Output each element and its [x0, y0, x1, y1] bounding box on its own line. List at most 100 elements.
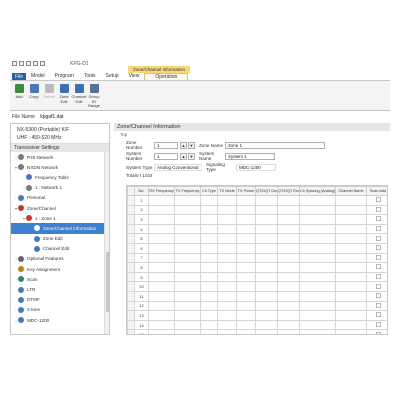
grid-cell[interactable] — [148, 204, 175, 216]
grid-cell[interactable] — [299, 214, 336, 225]
table-row[interactable]: 5 — [127, 233, 387, 244]
grid-cell[interactable] — [299, 252, 336, 264]
grid-cell[interactable] — [200, 214, 218, 225]
grid-cell[interactable] — [366, 262, 387, 273]
grid-cell[interactable] — [236, 252, 256, 264]
grid-cell[interactable] — [366, 329, 387, 334]
grid-cell[interactable] — [148, 223, 175, 235]
tree-item-zone-channel-information[interactable]: Zone/Channel Information — [11, 223, 109, 234]
column-header[interactable]: QT/DQT Enc — [277, 186, 300, 196]
grid-cell[interactable] — [335, 319, 367, 331]
grid-cell[interactable] — [200, 242, 218, 254]
grid-cell[interactable] — [335, 252, 367, 264]
grid-cell[interactable] — [174, 195, 201, 206]
row-selector[interactable] — [127, 214, 135, 225]
grid-cell[interactable] — [299, 195, 336, 206]
grid-cell[interactable] — [277, 300, 300, 312]
scan-add-checkbox[interactable] — [375, 293, 381, 299]
scan-add-checkbox[interactable] — [375, 312, 381, 318]
scan-add-checkbox[interactable] — [375, 264, 381, 270]
table-row[interactable]: 2 — [127, 204, 387, 216]
tree-item-2-tone[interactable]: › 2-tone — [11, 305, 109, 315]
grid-cell[interactable] — [255, 310, 278, 321]
row-selector[interactable] — [127, 223, 135, 235]
grid-cell[interactable] — [255, 233, 278, 244]
grid-cell[interactable] — [200, 300, 218, 312]
grid-cell[interactable] — [200, 281, 218, 292]
grid-cell[interactable] — [366, 223, 387, 235]
row-selector[interactable] — [127, 319, 135, 331]
grid-cell[interactable] — [200, 252, 218, 264]
grid-cell[interactable] — [366, 195, 387, 206]
column-header[interactable]: No. — [134, 186, 149, 196]
grid-cell[interactable] — [255, 242, 278, 254]
grid-cell[interactable] — [299, 310, 336, 321]
grid-cell[interactable] — [236, 271, 256, 283]
column-header[interactable]: TX Power — [236, 186, 256, 196]
table-row[interactable]: 11 — [127, 290, 387, 302]
grid-cell[interactable] — [217, 262, 237, 273]
zone-number-input[interactable]: 1 — [154, 141, 178, 149]
grid-cell[interactable] — [148, 300, 175, 312]
grid-cell[interactable] — [236, 195, 256, 206]
scan-add-checkbox[interactable] — [375, 216, 381, 222]
grid-cell[interactable] — [174, 290, 201, 302]
grid-cell[interactable] — [236, 233, 256, 244]
column-header[interactable]: TX Frequency — [174, 186, 201, 196]
open-icon[interactable] — [19, 61, 24, 66]
tab-operation[interactable]: Operation — [144, 73, 189, 80]
grid-cell[interactable] — [277, 214, 300, 225]
grid-cell[interactable] — [255, 271, 278, 283]
grid-cell[interactable] — [277, 252, 300, 264]
column-header[interactable]: RX Frequency — [148, 186, 175, 196]
row-selector[interactable] — [127, 310, 135, 321]
grid-cell[interactable] — [217, 281, 237, 292]
grid-cell[interactable] — [217, 223, 237, 235]
scrollbar-thumb[interactable] — [106, 252, 109, 312]
table-row[interactable]: 14 — [127, 319, 387, 331]
grid-cell[interactable] — [217, 290, 237, 302]
grid-cell[interactable] — [174, 310, 201, 321]
grid-cell[interactable] — [200, 233, 218, 244]
grid-cell[interactable] — [366, 271, 387, 283]
tree-item-1-zone-1[interactable]: ▾ 1 : Zone 1 — [11, 213, 109, 223]
grid-cell[interactable] — [277, 290, 300, 302]
grid-cell[interactable] — [366, 290, 387, 302]
row-selector[interactable] — [127, 271, 135, 283]
tab-model[interactable]: Model — [26, 73, 50, 80]
grid-cell[interactable] — [174, 252, 201, 264]
grid-cell[interactable] — [200, 329, 218, 334]
table-row[interactable]: 10 — [127, 281, 387, 292]
grid-cell[interactable] — [236, 300, 256, 312]
grid-cell[interactable] — [299, 204, 336, 216]
grid-cell[interactable] — [217, 214, 237, 225]
tab-view[interactable]: View — [124, 73, 145, 80]
grid-cell[interactable] — [255, 329, 278, 334]
grid-cell[interactable] — [217, 252, 237, 264]
grid-cell[interactable] — [174, 233, 201, 244]
table-row[interactable]: 6 — [127, 242, 387, 254]
grid-cell[interactable] — [217, 271, 237, 283]
grid-cell[interactable] — [148, 252, 175, 264]
grid-cell[interactable] — [217, 195, 237, 206]
grid-cell[interactable] — [277, 223, 300, 235]
grid-cell[interactable] — [335, 233, 367, 244]
row-selector[interactable] — [127, 329, 135, 334]
grid-cell[interactable] — [366, 242, 387, 254]
grid-cell[interactable] — [236, 310, 256, 321]
tree-item-channel-edit[interactable]: Channel Edit — [11, 244, 109, 254]
tab-setup[interactable]: Setup — [101, 73, 124, 80]
tree-item-dtmf[interactable]: DTMF — [11, 295, 109, 305]
grid-cell[interactable] — [200, 204, 218, 216]
scan-add-checkbox[interactable] — [375, 274, 381, 280]
scan-add-checkbox[interactable] — [375, 197, 381, 203]
grid-cell[interactable] — [217, 319, 237, 331]
tree-item-ltr[interactable]: LTR — [11, 284, 109, 294]
row-selector[interactable] — [127, 195, 135, 206]
table-row[interactable]: 9 — [127, 271, 387, 283]
file-menu-button[interactable]: File — [12, 73, 26, 80]
grid-cell[interactable] — [148, 242, 175, 254]
grid-cell[interactable] — [236, 290, 256, 302]
zone-edit-button[interactable]: Zone Edit — [57, 81, 71, 110]
grid-cell[interactable] — [148, 290, 175, 302]
